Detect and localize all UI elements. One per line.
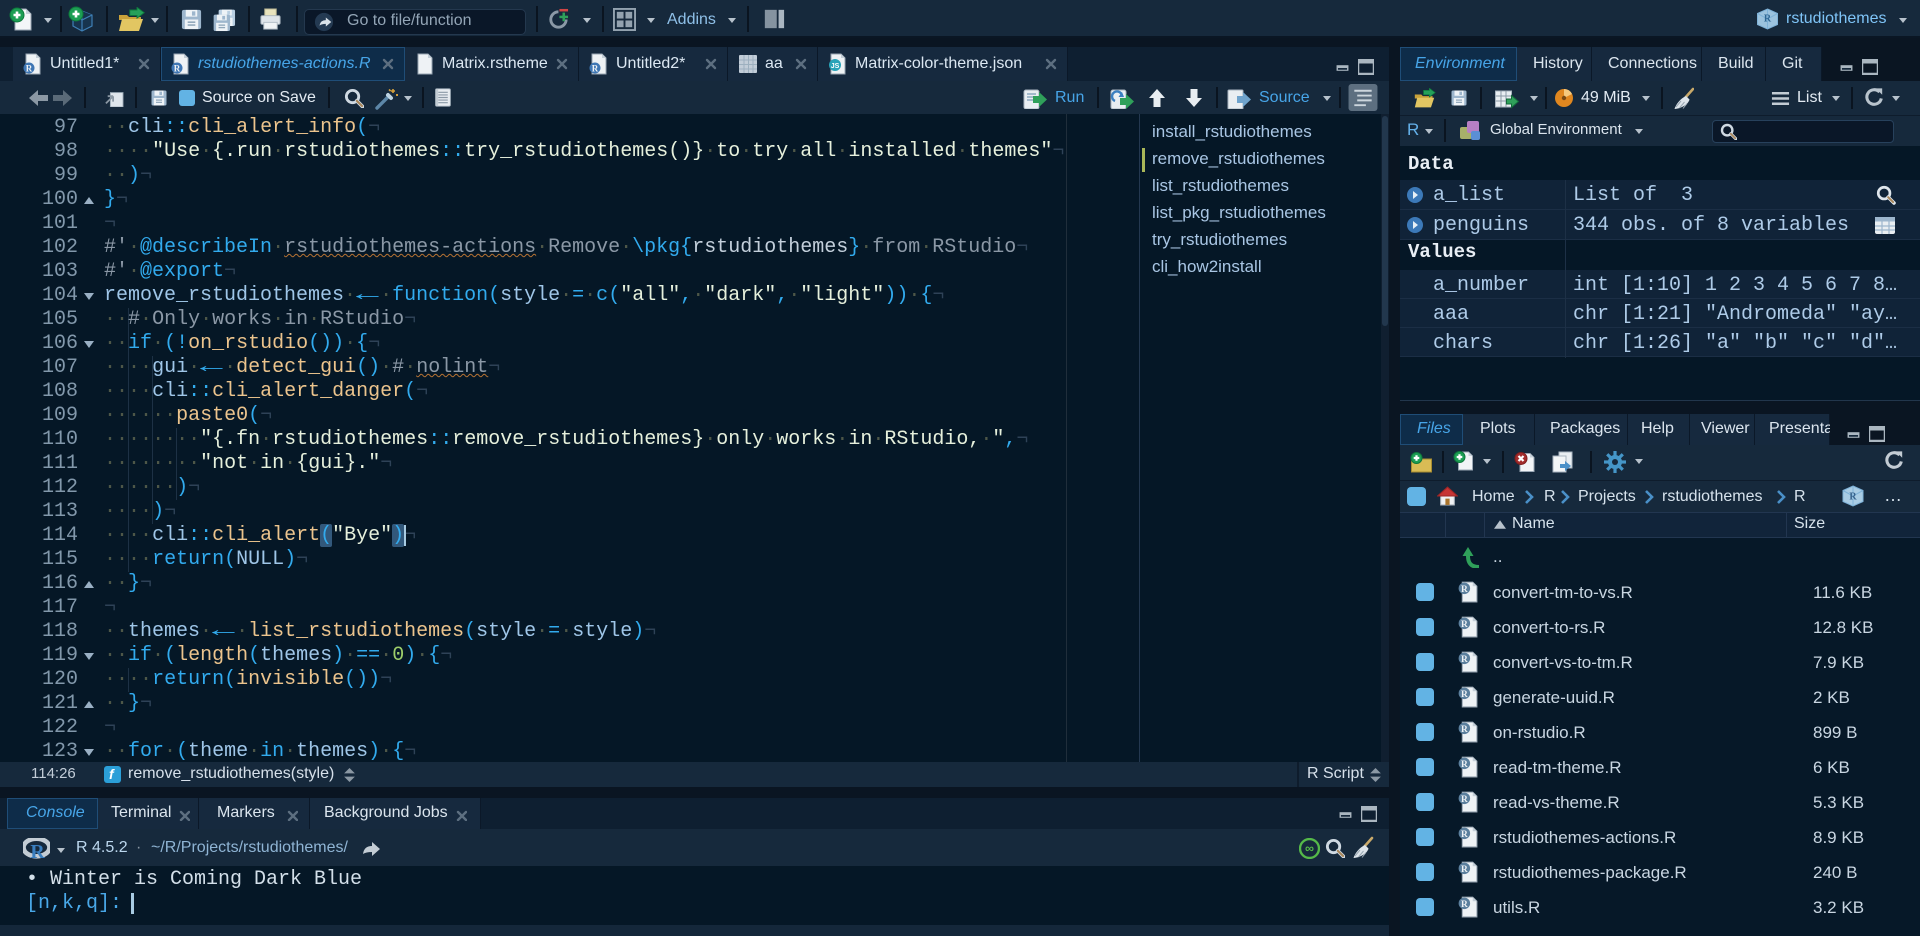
svg-text:R: R [1461,760,1468,770]
svg-text:R: R [1461,620,1468,630]
svg-text:R: R [26,64,33,74]
svg-text:R: R [1461,900,1468,910]
svg-text:R: R [1461,690,1468,700]
svg-text:R: R [1461,725,1468,735]
svg-text:R: R [1764,14,1772,25]
svg-text:R: R [1461,865,1468,875]
svg-text:R: R [174,64,181,74]
svg-text:R: R [1461,795,1468,805]
svg-text:JS: JS [831,63,840,70]
svg-text:R: R [30,841,45,859]
svg-text:R: R [1461,830,1468,840]
svg-text:R: R [1461,655,1468,665]
svg-text:R: R [592,64,599,74]
svg-text:∞: ∞ [1305,842,1314,856]
svg-text:R: R [1849,492,1857,503]
svg-text:R: R [1461,585,1468,595]
